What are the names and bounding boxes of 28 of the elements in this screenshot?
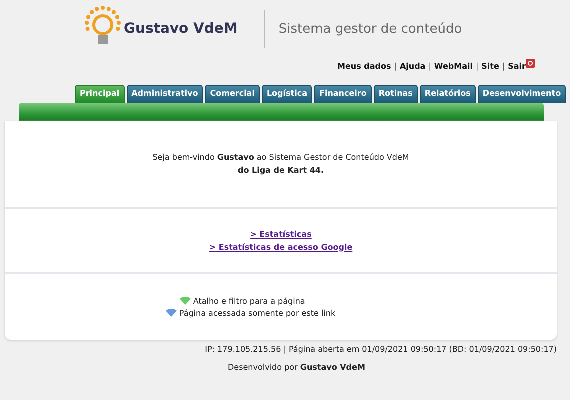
nav-tab[interactable]: Logística <box>262 85 312 103</box>
top-link[interactable]: Ajuda <box>400 62 426 70</box>
legend-text: Página acessada somente por este link <box>179 308 336 318</box>
top-link[interactable]: WebMail <box>434 62 473 70</box>
top-link[interactable]: Meus dados <box>338 62 392 70</box>
link-separator: | <box>428 62 432 70</box>
link-separator: | <box>476 62 479 70</box>
stats-link[interactable]: > Estatísticas <box>250 230 312 238</box>
nav-tab[interactable]: Financeiro <box>314 85 372 103</box>
top-link[interactable]: Sair <box>508 62 526 70</box>
link-separator: | <box>502 62 506 70</box>
brand-name: Gustavo VdeM <box>124 21 238 37</box>
nav-tab[interactable]: Relatórios <box>420 85 476 103</box>
welcome-text: Seja bem-vindo Gustavo ao Sistema Gestor de Conteúdo VdeM <box>152 153 410 162</box>
welcome-text: do Liga de Kart 44. <box>238 166 324 175</box>
nav-tab[interactable]: Administrativo <box>126 85 204 103</box>
nav-tab[interactable]: Principal <box>75 85 125 103</box>
site-subtitle: Sistema gestor de conteúdo <box>278 22 462 36</box>
page-info: IP: 179.105.215.56 | Página aberta em 01/09/2021 09:50:17 (BD: 01/09/2021 09:50:17) <box>205 345 557 354</box>
credit-text: Desenvolvido por Gustavo VdeM <box>228 363 366 372</box>
link-separator: | <box>394 62 397 70</box>
top-link[interactable]: Site <box>482 62 500 70</box>
nav-tab[interactable]: Comercial <box>205 85 260 103</box>
exit-icon <box>526 58 535 68</box>
legend-text: Atalho e filtro para a página <box>193 296 306 306</box>
stats-link[interactable]: > Estatísticas de acesso Google <box>209 242 353 252</box>
nav-tab[interactable]: Desenvolvimento <box>478 85 566 103</box>
nav-tab[interactable]: Rotinas <box>374 85 418 103</box>
